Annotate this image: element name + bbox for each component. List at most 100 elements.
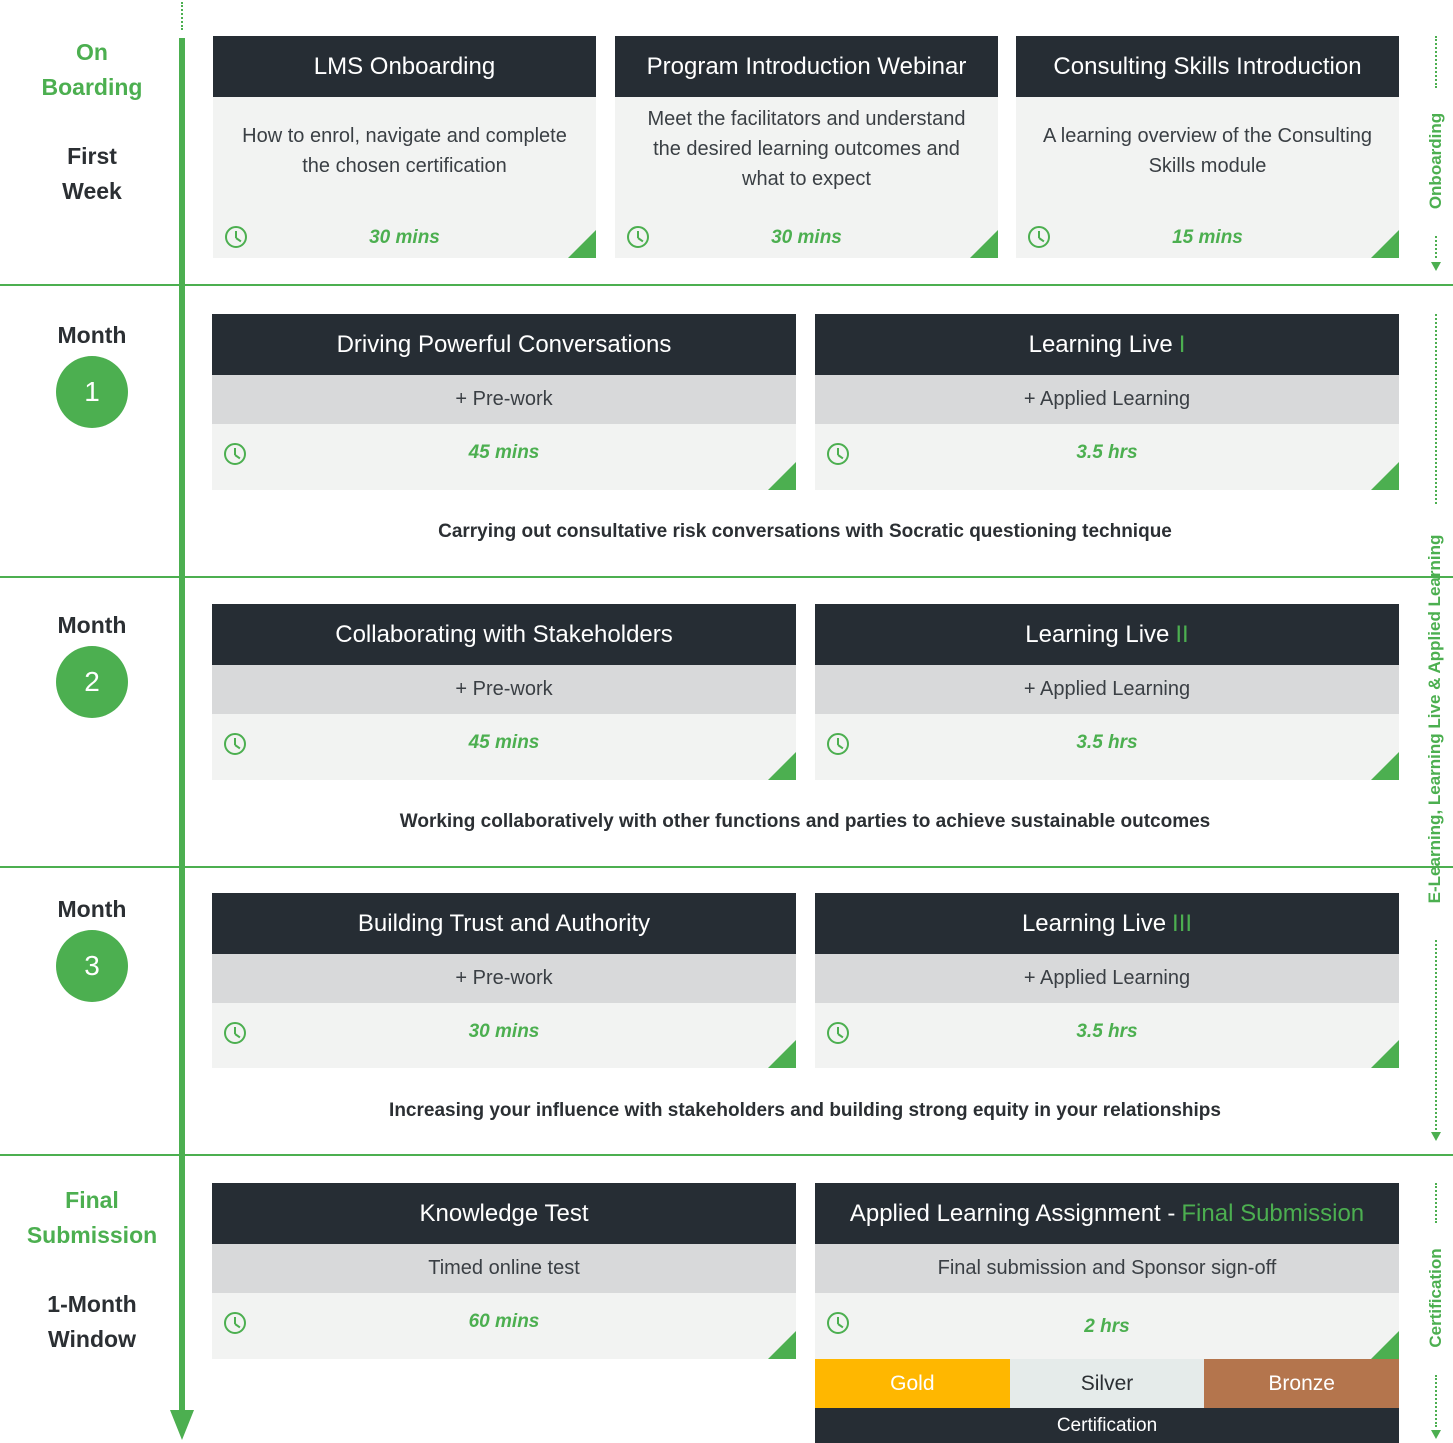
final-label-line: Submission <box>26 1222 158 1248</box>
card-title-accent: Final Submission <box>1181 1199 1365 1227</box>
card-description: Meet the facilitators and understand the… <box>647 108 966 190</box>
card-title: LMS Onboarding <box>213 36 596 97</box>
card-title: Building Trust and Authority <box>212 893 796 954</box>
onboarding-label-line: Boarding <box>41 74 143 100</box>
course-card-applied-assignment[interactable]: Applied Learning Assignment - Final Subm… <box>815 1183 1399 1359</box>
card-subtitle: Timed online test <box>212 1244 796 1293</box>
corner-triangle-icon <box>768 752 796 780</box>
card-subtitle: Final submission and Sponsor sign-off <box>815 1244 1399 1293</box>
timeline-arrow-icon <box>170 1410 194 1440</box>
card-subtitle: + Pre-work <box>212 954 796 1003</box>
card-title: Applied Learning Assignment - Final Subm… <box>815 1183 1399 1244</box>
card-title: Collaborating with Stakeholders <box>212 604 796 665</box>
month-number-badge: 3 <box>56 930 128 1002</box>
course-card-driving-conversations[interactable]: Driving Powerful Conversations + Pre-wor… <box>212 314 796 490</box>
card-title: Learning Live III <box>815 893 1399 954</box>
window-label-line: 1-Month <box>47 1291 137 1317</box>
section-divider <box>0 866 1453 868</box>
card-duration: 3.5 hrs <box>1076 442 1138 463</box>
card-duration: 45 mins <box>468 732 540 753</box>
card-duration: 30 mins <box>771 227 842 248</box>
card-duration: 3.5 hrs <box>1076 1021 1138 1042</box>
card-title-text: Collaborating with Stakeholders <box>335 620 673 648</box>
corner-triangle-icon <box>568 230 596 258</box>
tier-bronze[interactable]: Bronze <box>1204 1359 1400 1408</box>
certification-bar: Certification <box>815 1408 1399 1443</box>
card-subtitle: + Applied Learning <box>815 375 1399 424</box>
course-card-learning-live-3[interactable]: Learning Live III + Applied Learning 3.5… <box>815 893 1399 1068</box>
month-summary: Increasing your influence with stakehold… <box>389 1100 1221 1121</box>
month-number-badge: 1 <box>56 356 128 428</box>
side-arrow-icon <box>1431 1132 1441 1141</box>
card-title-text: Knowledge Test <box>419 1199 589 1227</box>
card-subtitle: + Pre-work <box>212 665 796 714</box>
side-arrow-icon <box>1431 1430 1441 1439</box>
card-title: Knowledge Test <box>212 1183 796 1244</box>
card-subtitle: + Applied Learning <box>815 954 1399 1003</box>
month-number-badge: 2 <box>56 646 128 718</box>
side-dots <box>1435 1183 1437 1223</box>
side-dots <box>1435 314 1437 504</box>
card-duration: 45 mins <box>468 442 540 463</box>
course-card-lms-onboarding[interactable]: LMS Onboarding How to enrol, navigate an… <box>213 36 596 258</box>
card-duration: 15 mins <box>1172 227 1243 248</box>
side-dots <box>1435 36 1437 88</box>
card-duration: 60 mins <box>468 1311 540 1332</box>
first-week-label-line: First <box>67 143 117 169</box>
card-duration: 30 mins <box>369 227 440 248</box>
corner-triangle-icon <box>768 1331 796 1359</box>
corner-triangle-icon <box>768 462 796 490</box>
card-duration: 2 hrs <box>1084 1316 1130 1337</box>
side-dots <box>1435 1375 1437 1427</box>
card-title: Program Introduction Webinar <box>615 36 998 97</box>
course-card-collaborating[interactable]: Collaborating with Stakeholders + Pre-wo… <box>212 604 796 780</box>
card-title-text: Learning Live <box>1021 909 1167 937</box>
card-description: How to enrol, navigate and complete the … <box>242 125 567 177</box>
section-divider <box>0 576 1453 578</box>
card-description: A learning overview of the Consulting Sk… <box>1042 125 1373 177</box>
card-title: Learning Live II <box>815 604 1399 665</box>
final-submission-label: Final Submission 1-Month Window <box>2 1183 182 1357</box>
card-title-text: Driving Powerful Conversations <box>336 330 672 358</box>
month-label: Month <box>57 896 127 922</box>
card-duration: 3.5 hrs <box>1076 732 1138 753</box>
course-card-knowledge-test[interactable]: Knowledge Test Timed online test 60 mins <box>212 1183 796 1359</box>
card-title-accent: III <box>1172 909 1193 937</box>
section-divider <box>0 284 1453 286</box>
course-card-building-trust[interactable]: Building Trust and Authority + Pre-work … <box>212 893 796 1068</box>
tier-silver[interactable]: Silver <box>1009 1359 1205 1408</box>
month-summary: Working collaboratively with other funct… <box>399 811 1211 832</box>
month-label: Month <box>57 322 127 348</box>
timeline-top-dots <box>181 2 183 30</box>
side-dots <box>1435 236 1437 258</box>
section-divider <box>0 1154 1453 1156</box>
month-summary: Carrying out consultative risk conversat… <box>438 521 1172 542</box>
window-label-line: Window <box>48 1326 136 1352</box>
first-week-label-line: Week <box>62 178 122 204</box>
corner-triangle-icon <box>970 230 998 258</box>
tier-gold[interactable]: Gold <box>815 1359 1010 1408</box>
corner-triangle-icon <box>768 1040 796 1068</box>
side-label-onboarding: Onboarding <box>1426 112 1445 210</box>
card-title: Learning Live I <box>815 314 1399 375</box>
card-title-text: Learning Live <box>1025 620 1170 648</box>
side-label-certification: Certification <box>1426 1248 1445 1348</box>
corner-triangle-icon <box>1371 462 1399 490</box>
card-title: Driving Powerful Conversations <box>212 314 796 375</box>
certification-tiers: Gold Silver Bronze <box>815 1359 1400 1408</box>
course-card-learning-live-2[interactable]: Learning Live II + Applied Learning 3.5 … <box>815 604 1399 780</box>
card-duration: 30 mins <box>468 1021 540 1042</box>
onboarding-label-line: On <box>76 39 108 65</box>
corner-triangle-icon <box>1371 1040 1399 1068</box>
card-title-text: Learning Live <box>1028 330 1173 358</box>
side-label-learning: E-Learning, Learning Live & Applied Lear… <box>1425 534 1444 904</box>
card-subtitle: + Applied Learning <box>815 665 1399 714</box>
corner-triangle-icon <box>1371 1331 1399 1359</box>
month-label: Month <box>57 612 127 638</box>
course-card-learning-live-1[interactable]: Learning Live I + Applied Learning 3.5 h… <box>815 314 1399 490</box>
card-title-text: Building Trust and Authority <box>357 909 651 937</box>
course-card-program-intro[interactable]: Program Introduction Webinar Meet the fa… <box>615 36 998 258</box>
card-title-accent: II <box>1175 620 1189 648</box>
course-card-consulting-intro[interactable]: Consulting Skills Introduction A learnin… <box>1016 36 1399 258</box>
corner-triangle-icon <box>1371 230 1399 258</box>
